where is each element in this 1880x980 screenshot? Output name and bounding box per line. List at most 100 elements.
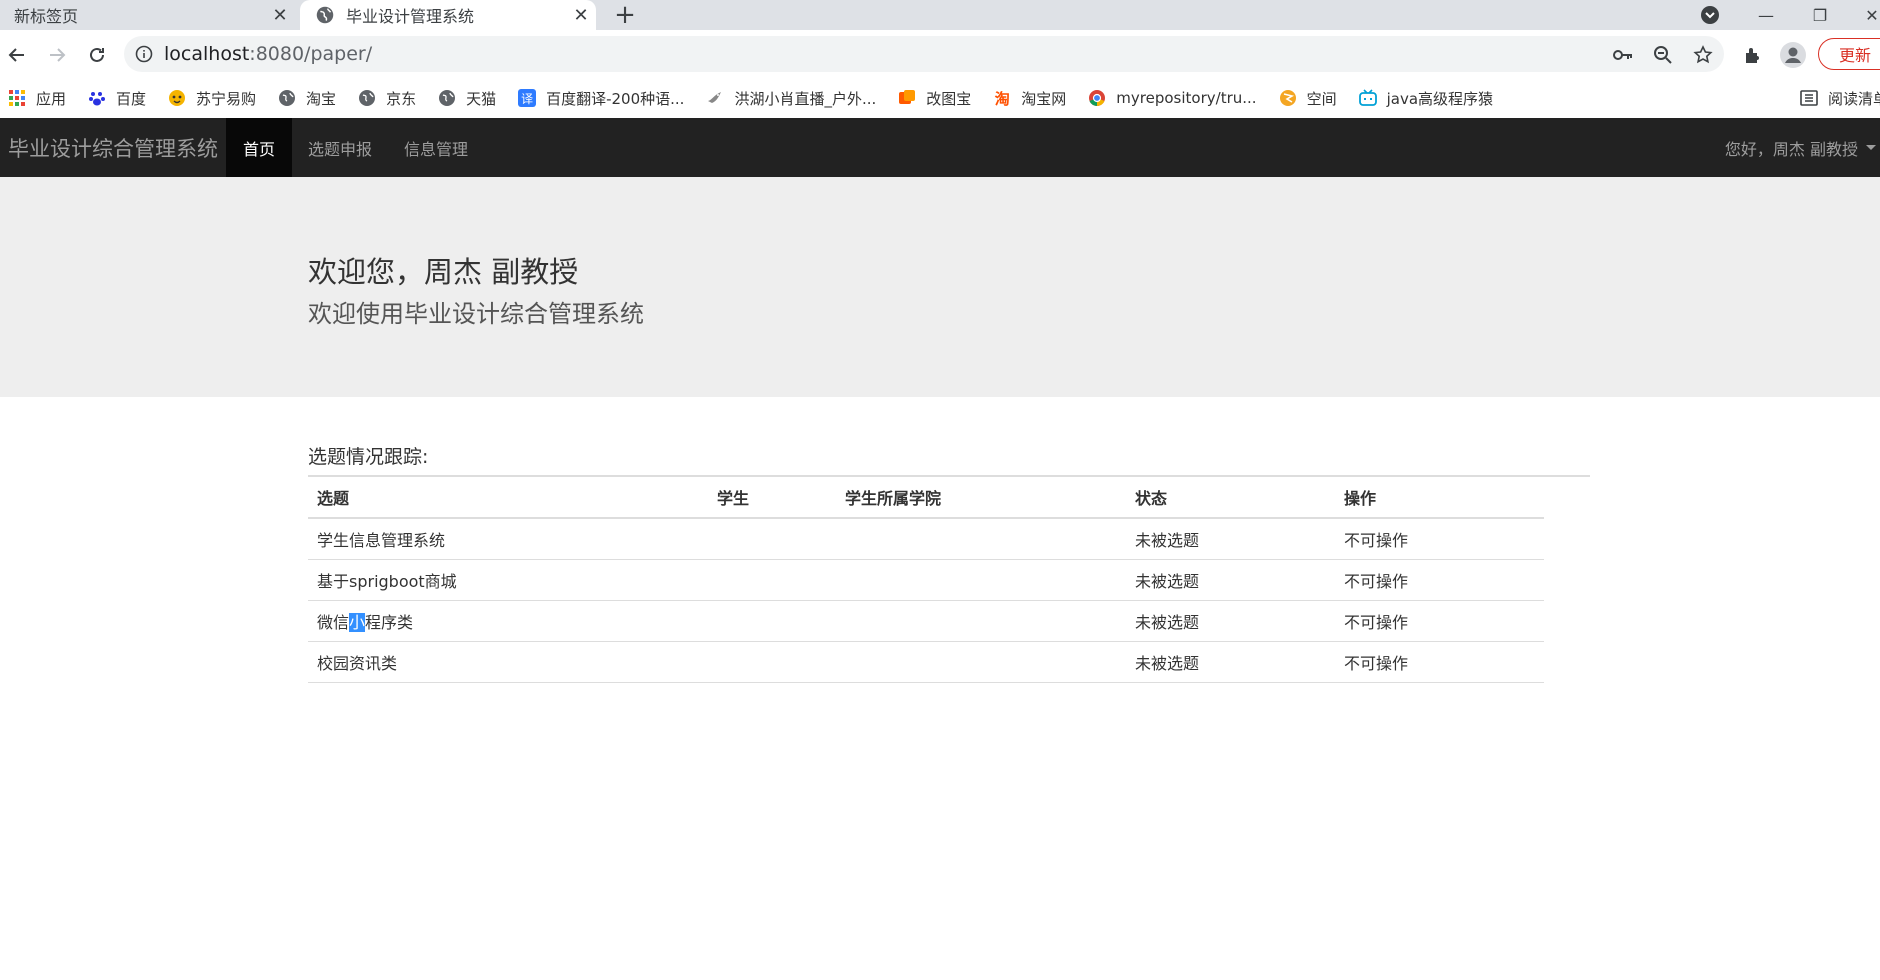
bookmarks-bar: 应用 百度 苏宁易购 淘宝 京东 天猫 译 百度翻译-200种语... 洪湖小肖… [0, 78, 1880, 118]
nav-home[interactable]: 首页 [226, 118, 292, 177]
bookmark-label: 空间 [1306, 89, 1337, 108]
welcome-subtitle: 欢迎使用毕业设计综合管理系统 [308, 300, 644, 328]
column-header-topic: 选题 [308, 477, 708, 519]
caret-down-icon [1866, 145, 1876, 150]
baidu-paw-icon [89, 92, 106, 106]
bookmark-label: 应用 [36, 89, 67, 108]
cell-student [708, 600, 836, 642]
cell-action: 不可操作 [1335, 641, 1544, 683]
text-selection: 小 [349, 612, 366, 632]
cell-status: 未被选题 [1126, 600, 1335, 642]
cell-student [708, 518, 836, 560]
bookmark-honghu-live[interactable]: 洪湖小肖直播_户外... [706, 88, 876, 109]
cell-status: 未被选题 [1126, 518, 1335, 560]
cell-action: 不可操作 [1335, 600, 1544, 642]
brand-link[interactable]: 毕业设计综合管理系统 [8, 118, 218, 177]
bookmark-label: 百度 [116, 89, 147, 108]
apps-grid-icon [9, 90, 25, 106]
bookmark-tmall[interactable]: 天猫 [438, 88, 496, 109]
bookmark-myrepository[interactable]: myrepository/tru... [1088, 89, 1257, 107]
taobao-icon: 淘 [994, 89, 1010, 108]
forward-icon[interactable] [42, 40, 72, 70]
reading-list-label: 阅读清单 [1828, 89, 1880, 108]
bookmark-gaitubao[interactable]: 改图宝 [898, 88, 971, 109]
tab-search-icon[interactable] [1690, 0, 1730, 30]
globe-icon [359, 90, 376, 106]
nav-info-manage[interactable]: 信息管理 [388, 118, 484, 177]
tracking-title: 选题情况跟踪: [308, 446, 429, 468]
bookmark-apps[interactable]: 应用 [8, 88, 66, 109]
update-button[interactable]: 更新 [1818, 38, 1880, 70]
update-label: 更新 [1839, 46, 1872, 65]
tab-title: 毕业设计管理系统 [346, 7, 475, 26]
cell-topic: 校园资讯类 [308, 641, 708, 683]
tab-new-tab[interactable]: 新标签页 ✕ [0, 0, 295, 30]
tab-title: 新标签页 [14, 7, 79, 26]
info-icon[interactable] [124, 45, 164, 63]
qzone-icon [1279, 90, 1296, 106]
gaitubao-icon [899, 90, 916, 104]
cell-topic: 基于sprigboot商城 [308, 559, 708, 601]
cell-college [836, 559, 1126, 601]
back-icon[interactable] [2, 40, 32, 70]
close-window-icon[interactable]: ✕ [1852, 0, 1880, 30]
topic-text-part: 程序类 [365, 612, 414, 632]
user-menu-dropdown[interactable]: 您好，周杰 副教授 [1725, 118, 1880, 177]
topic-tracking-table: 选题 学生 学生所属学院 状态 操作 学生信息管理系统 未被选题 不可操作 基于… [308, 477, 1544, 683]
nav-topic-declare[interactable]: 选题申报 [292, 118, 388, 177]
profile-avatar-icon[interactable] [1778, 40, 1808, 70]
browser-toolbar: localhost:8080/paper/ 更新 [0, 30, 1880, 78]
minimize-icon[interactable]: — [1746, 0, 1786, 30]
welcome-title: 欢迎您，周杰 副教授 [308, 255, 579, 289]
user-greeting: 您好，周杰 副教授 [1724, 139, 1858, 159]
bookmark-label: myrepository/tru... [1116, 89, 1257, 107]
bookmark-label: 百度翻译-200种语... [546, 89, 685, 108]
bookmark-label: java高级程序猿 [1386, 89, 1494, 108]
cell-topic[interactable]: 微信小程序类 [308, 600, 708, 642]
reading-list[interactable]: 阅读清单 [1800, 78, 1880, 118]
table-row: 基于sprigboot商城 未被选题 不可操作 [308, 559, 1544, 601]
bookmark-label: 洪湖小肖直播_户外... [734, 89, 877, 108]
close-icon[interactable]: ✕ [566, 5, 596, 26]
globe-icon [439, 90, 456, 106]
browser-tabstrip: 新标签页 ✕ 毕业设计管理系统 ✕ + — ❐ ✕ [0, 0, 1880, 30]
star-icon[interactable] [1692, 44, 1714, 66]
column-header-action: 操作 [1335, 477, 1544, 519]
table-row: 学生信息管理系统 未被选题 不可操作 [308, 518, 1544, 560]
bookmark-qzone[interactable]: 空间 [1279, 88, 1337, 109]
bookmark-label: 改图宝 [926, 89, 972, 108]
close-icon[interactable]: ✕ [265, 5, 295, 26]
bookmark-java[interactable]: java高级程序猿 [1358, 88, 1494, 109]
cell-action: 不可操作 [1335, 518, 1544, 560]
bookmark-taobao[interactable]: 淘宝 [278, 88, 336, 109]
bookmark-label: 天猫 [466, 89, 497, 108]
new-tab-button[interactable]: + [608, 0, 642, 30]
zoom-out-icon[interactable] [1652, 44, 1674, 66]
bookmark-label: 淘宝 [306, 89, 337, 108]
topic-text-part: 微信 [317, 612, 350, 632]
extensions-icon[interactable] [1738, 40, 1768, 70]
bookmark-label: 淘宝网 [1021, 89, 1067, 108]
address-bar[interactable]: localhost:8080/paper/ [124, 36, 1724, 72]
cell-topic: 学生信息管理系统 [308, 518, 708, 560]
cell-college [836, 600, 1126, 642]
cell-status: 未被选题 [1126, 559, 1335, 601]
cell-college [836, 518, 1126, 560]
chrome-icon [1089, 90, 1106, 107]
reload-icon[interactable] [82, 40, 112, 70]
url-path: :8080/paper/ [249, 43, 373, 65]
table-row: 校园资讯类 未被选题 不可操作 [308, 641, 1544, 683]
restore-icon[interactable]: ❐ [1800, 0, 1840, 30]
bookmark-baidu[interactable]: 百度 [88, 88, 146, 109]
tab-paper-system[interactable]: 毕业设计管理系统 ✕ [300, 0, 596, 30]
cell-student [708, 559, 836, 601]
bookmark-baidu-translate[interactable]: 译 百度翻译-200种语... [518, 88, 684, 109]
bookmark-suning[interactable]: 苏宁易购 [168, 88, 256, 109]
key-icon[interactable] [1612, 44, 1634, 66]
cell-status: 未被选题 [1126, 641, 1335, 683]
bilibili-icon [1358, 89, 1377, 106]
bookmark-label: 京东 [386, 89, 417, 108]
translate-icon: 译 [518, 89, 537, 107]
bookmark-taobao-net[interactable]: 淘 淘宝网 [993, 88, 1067, 109]
bookmark-jd[interactable]: 京东 [358, 88, 416, 109]
